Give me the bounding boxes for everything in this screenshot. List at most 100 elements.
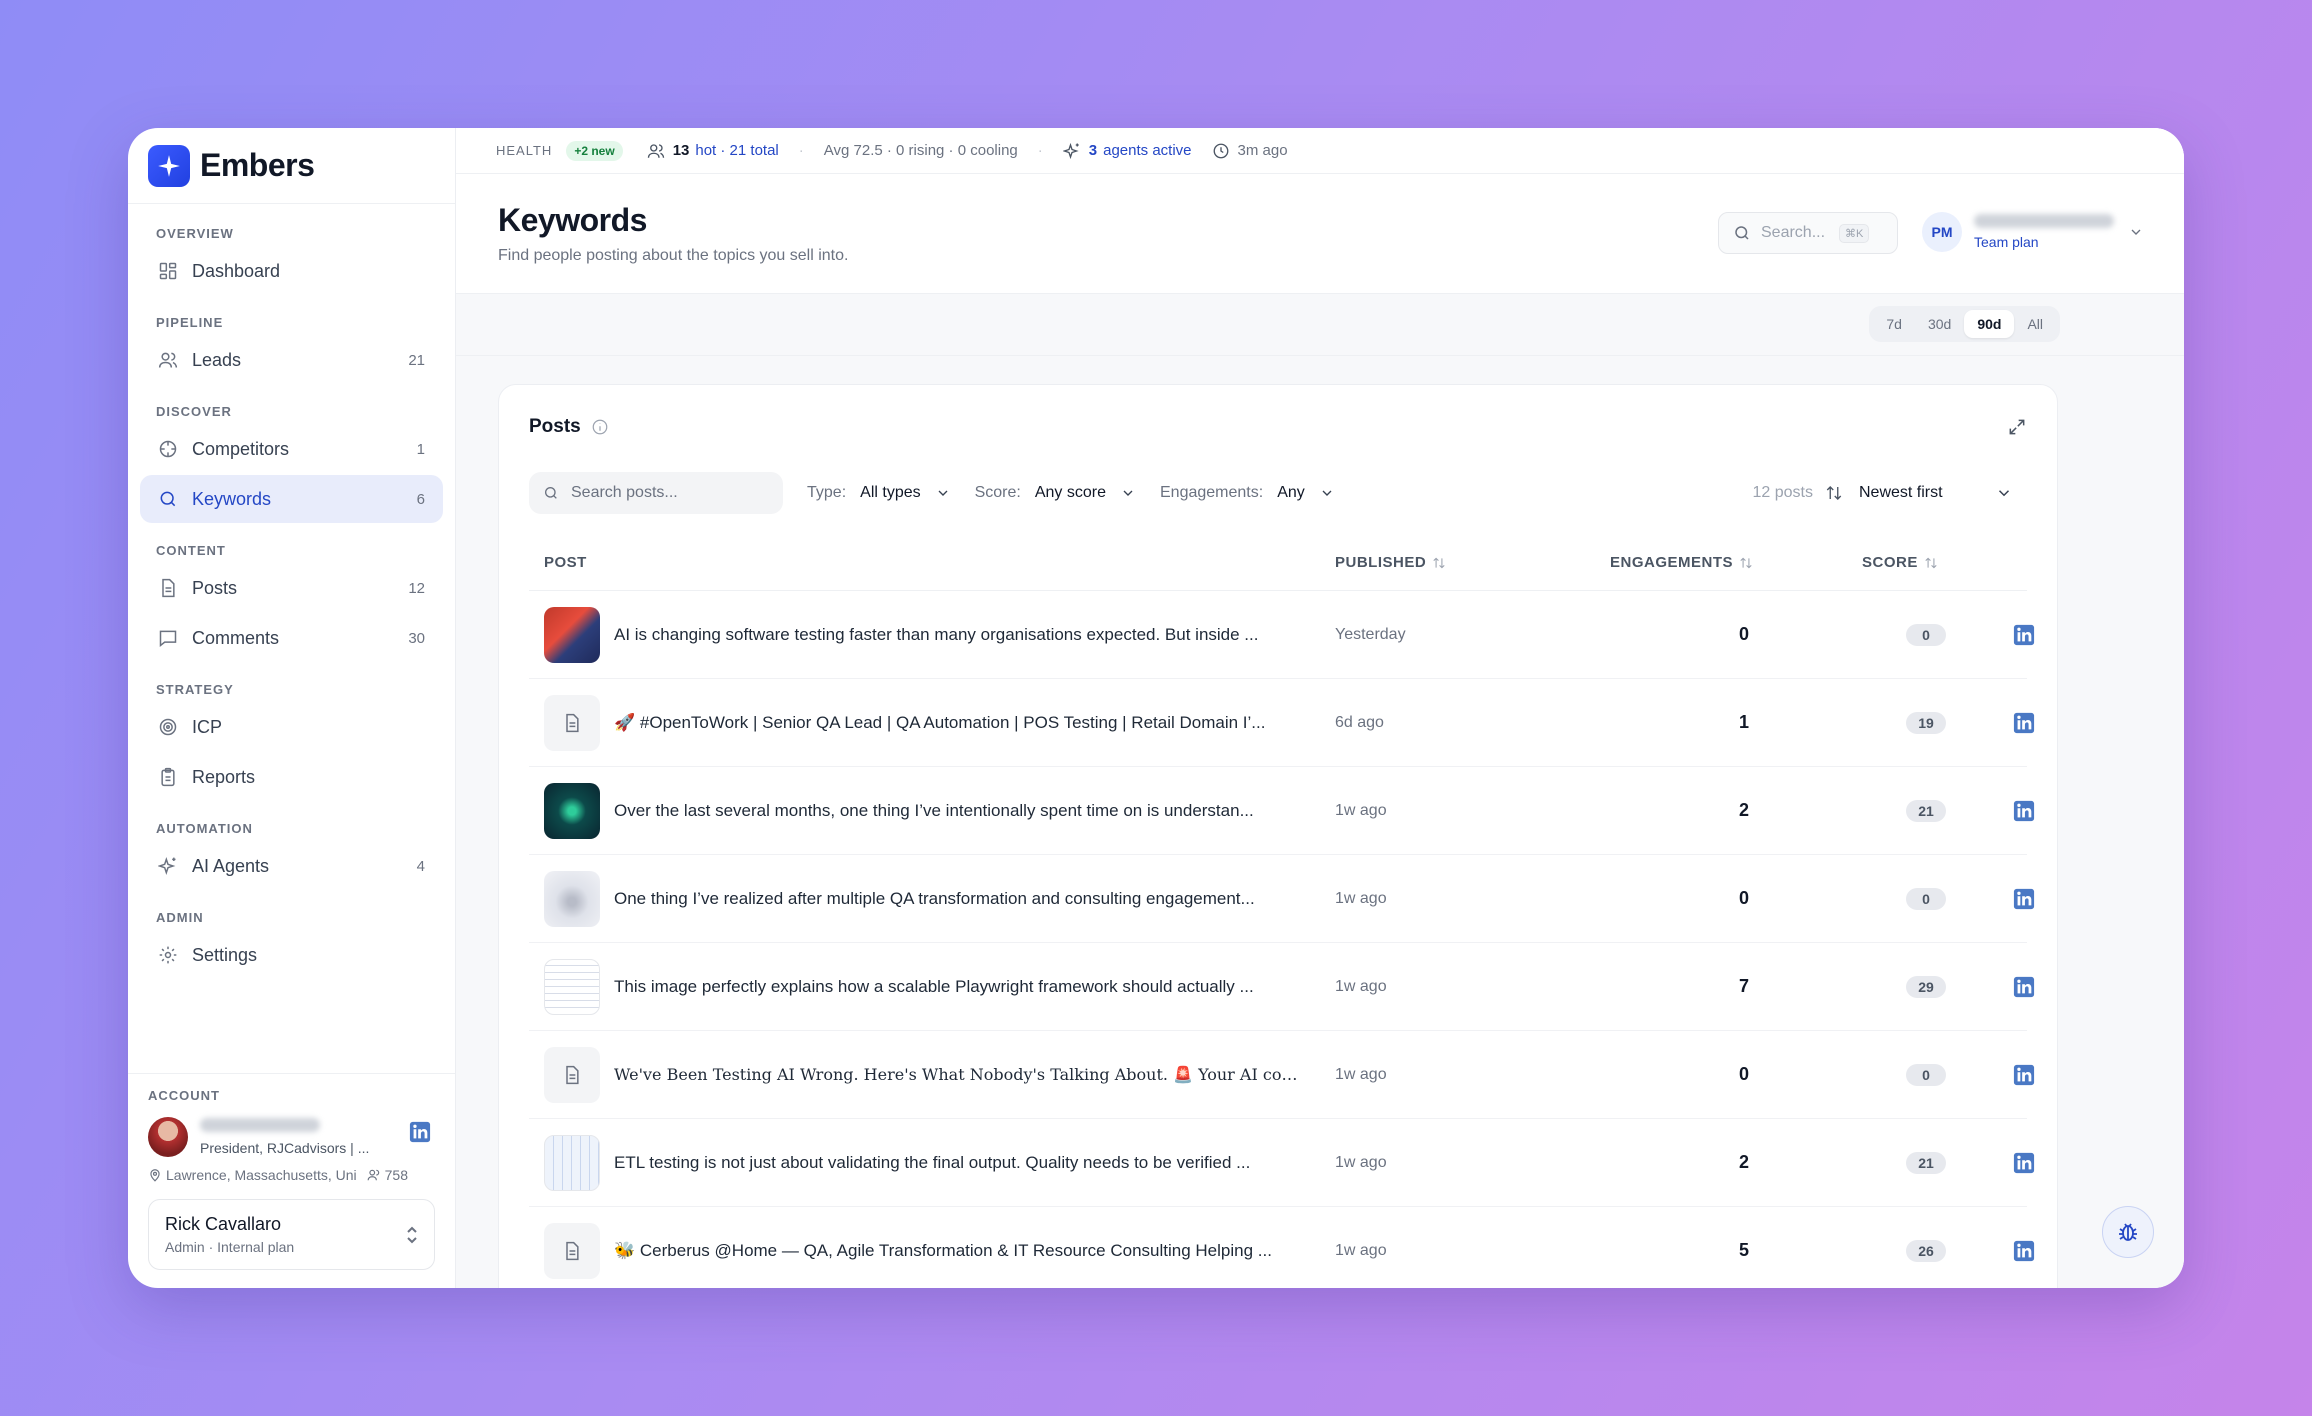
- sidebar-item-comments[interactable]: Comments 30: [140, 614, 443, 662]
- score-badge: 19: [1906, 711, 1946, 734]
- linkedin-icon[interactable]: [2013, 1152, 2035, 1174]
- range-all[interactable]: All: [2014, 310, 2056, 338]
- updated-text: 3m ago: [1237, 142, 1288, 159]
- sidebar-item-reports[interactable]: Reports: [140, 753, 443, 801]
- post-text[interactable]: One thing I’ve realized after multiple Q…: [614, 889, 1304, 909]
- type-filter[interactable]: Type: All types: [807, 472, 951, 514]
- post-engagements: 2: [1738, 800, 1749, 820]
- table-row[interactable]: This image perfectly explains how a scal…: [529, 943, 2035, 1031]
- sidebar-item-posts[interactable]: Posts 12: [140, 564, 443, 612]
- brand-name: Embers: [200, 147, 315, 183]
- linkedin-icon[interactable]: [2013, 976, 2035, 998]
- sidebar-item-leads[interactable]: Leads 21: [140, 336, 443, 384]
- column-published[interactable]: PUBLISHED: [1335, 554, 1446, 571]
- global-search-input[interactable]: Search... ⌘K: [1718, 212, 1898, 254]
- sidebar-item-count: 1: [416, 440, 425, 458]
- nav-section-admin: ADMIN: [156, 910, 204, 925]
- table-row[interactable]: Over the last several months, one thing …: [529, 767, 2035, 855]
- linkedin-icon[interactable]: [2013, 1064, 2035, 1086]
- column-engagements[interactable]: ENGAGEMENTS: [1610, 554, 1753, 571]
- post-published: 1w ago: [1335, 801, 1387, 819]
- column-score[interactable]: SCORE: [1862, 554, 1938, 571]
- post-thumbnail: [544, 782, 600, 839]
- post-text[interactable]: We've Been Testing AI Wrong. Here's What…: [614, 1065, 1304, 1084]
- account-profile[interactable]: President, RJCadvisors | ...: [148, 1111, 435, 1163]
- post-text[interactable]: AI is changing software testing faster t…: [614, 625, 1304, 645]
- user-switcher[interactable]: Rick Cavallaro Admin · Internal plan: [148, 1199, 435, 1270]
- brand[interactable]: Embers: [128, 128, 455, 204]
- search-posts-input[interactable]: Search posts...: [529, 472, 783, 514]
- linkedin-icon[interactable]: [2013, 888, 2035, 910]
- expand-icon[interactable]: [2007, 417, 2027, 437]
- account-title: President, RJCadvisors | ...: [200, 1140, 370, 1156]
- post-thumbnail: [544, 1134, 600, 1191]
- account-panel: ACCOUNT President, RJCadvisors | ... Law…: [128, 1073, 455, 1288]
- linkedin-icon[interactable]: [2013, 800, 2035, 822]
- engagements-filter[interactable]: Engagements: Any: [1160, 472, 1335, 514]
- post-text[interactable]: 🚀 #OpenToWork | Senior QA Lead | QA Auto…: [614, 713, 1304, 733]
- column-label: PUBLISHED: [1335, 554, 1427, 571]
- workspace-menu[interactable]: PM Team plan: [1922, 212, 2144, 252]
- hot-leads-link[interactable]: 13 hot · 21 total: [647, 142, 779, 160]
- sort-toggle-icon[interactable]: [1825, 484, 1843, 502]
- sidebar-item-keywords[interactable]: Keywords 6: [140, 475, 443, 523]
- table-row[interactable]: One thing I’ve realized after multiple Q…: [529, 855, 2035, 943]
- page-header: Keywords Find people posting about the t…: [456, 174, 2184, 294]
- document-icon: [162, 578, 175, 598]
- range-7d[interactable]: 7d: [1873, 310, 1915, 338]
- sidebar-item-count: 6: [416, 490, 425, 508]
- workspace-info: Team plan: [1974, 214, 2124, 250]
- linkedin-icon[interactable]: [409, 1121, 431, 1143]
- agents-active-link[interactable]: 3 agents active: [1062, 142, 1192, 160]
- post-thumbnail: [544, 694, 600, 751]
- nav-section-strategy: STRATEGY: [156, 682, 234, 697]
- score-badge: 29: [1906, 975, 1946, 998]
- last-updated: 3m ago: [1212, 142, 1288, 160]
- table-row[interactable]: AI is changing software testing faster t…: [529, 591, 2035, 679]
- sidebar-item-icp[interactable]: ICP: [140, 703, 443, 751]
- info-icon[interactable]: [591, 418, 609, 436]
- post-engagements: 5: [1738, 1240, 1749, 1260]
- linkedin-icon[interactable]: [2013, 712, 2035, 734]
- range-30d[interactable]: 30d: [1915, 310, 1964, 338]
- post-text[interactable]: This image perfectly explains how a scal…: [614, 977, 1304, 997]
- range-90d[interactable]: 90d: [1964, 310, 2015, 338]
- document-icon: [566, 1241, 579, 1260]
- linkedin-icon[interactable]: [2013, 624, 2035, 646]
- linkedin-icon[interactable]: [2013, 1240, 2035, 1262]
- post-thumbnail: [544, 1046, 600, 1103]
- post-text[interactable]: ETL testing is not just about validating…: [614, 1153, 1304, 1173]
- column-label: ENGAGEMENTS: [1610, 554, 1734, 571]
- sidebar-item-settings[interactable]: Settings: [140, 931, 443, 979]
- table-row[interactable]: We've Been Testing AI Wrong. Here's What…: [529, 1031, 2035, 1119]
- filter-label: Score:: [974, 484, 1021, 501]
- post-text[interactable]: 🐝 Cerberus @Home — QA, Agile Transformat…: [614, 1241, 1304, 1261]
- filter-value: All types: [860, 484, 921, 501]
- score-filter[interactable]: Score: Any score: [975, 472, 1136, 514]
- post-published: 6d ago: [1335, 713, 1384, 731]
- card-title: Posts: [529, 416, 581, 437]
- table-row[interactable]: 🚀 #OpenToWork | Senior QA Lead | QA Auto…: [529, 679, 2035, 767]
- table-row[interactable]: 🐝 Cerberus @Home — QA, Agile Transformat…: [529, 1207, 2035, 1288]
- post-text[interactable]: Over the last several months, one thing …: [614, 801, 1304, 821]
- post-thumbnail: [544, 1222, 600, 1279]
- sort-icon: [1433, 557, 1445, 568]
- sidebar-item-competitors[interactable]: Competitors 1: [140, 425, 443, 473]
- score-badge: 26: [1906, 1239, 1946, 1262]
- range-bar: 7d 30d 90d All: [456, 294, 2184, 356]
- separator: ·: [798, 142, 804, 159]
- sidebar-item-count: 30: [408, 629, 425, 647]
- agents-count: 3: [1088, 142, 1098, 159]
- report-bug-button[interactable]: [2102, 1206, 2154, 1258]
- search-icon: [160, 491, 176, 507]
- post-engagements: 0: [1738, 624, 1749, 644]
- sidebar-item-dashboard[interactable]: Dashboard: [140, 247, 443, 295]
- score-badge: 0: [1906, 1063, 1946, 1086]
- table-row[interactable]: ETL testing is not just about validating…: [529, 1119, 2035, 1207]
- filter-label: Type:: [807, 484, 847, 501]
- sort-select[interactable]: Newest first: [1859, 484, 1995, 502]
- sidebar-item-count: 21: [408, 351, 425, 369]
- chevron-down-icon: [2131, 229, 2141, 235]
- sidebar-item-ai-agents[interactable]: AI Agents 4: [140, 842, 443, 890]
- nav-section-discover: DISCOVER: [156, 404, 232, 419]
